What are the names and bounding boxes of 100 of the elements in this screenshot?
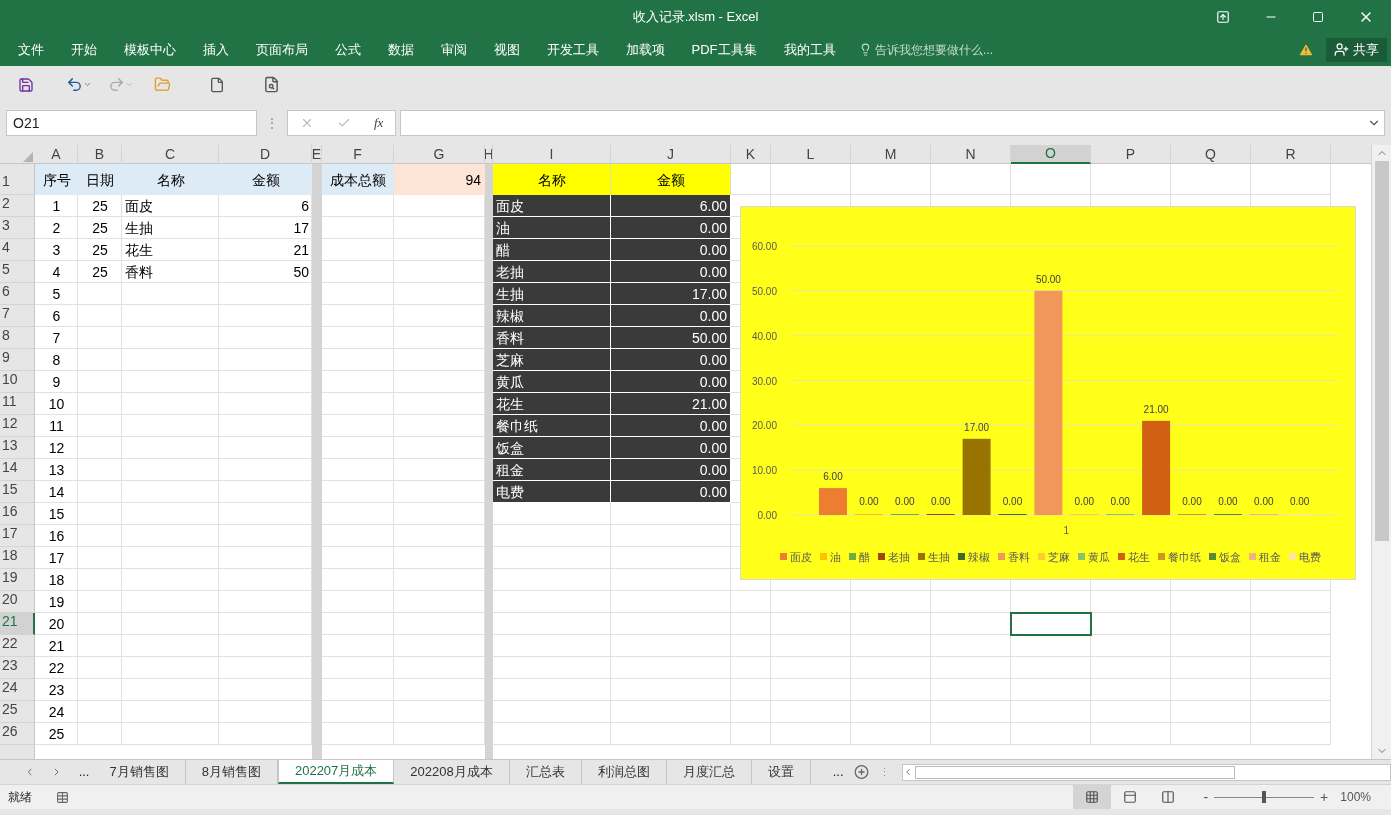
data-label: 0.00 — [1074, 496, 1095, 507]
scrollbar-thumb[interactable] — [1374, 161, 1389, 541]
zoom-level[interactable]: 100% — [1340, 788, 1371, 806]
tell-me-field[interactable]: 告诉我您想要做什么... — [859, 40, 1055, 59]
table-cell-text: 8 — [51, 351, 62, 370]
row-header[interactable]: 12 — [0, 415, 35, 437]
ribbon-tab[interactable]: 审阅 — [427, 33, 480, 66]
row-header[interactable]: 23 — [0, 657, 35, 679]
table-cell-text: 22 — [47, 659, 66, 678]
new-file-icon[interactable] — [209, 76, 225, 93]
ribbon-tab[interactable]: PDF工具集 — [678, 33, 770, 66]
ribbon-tab[interactable]: 文件 — [4, 33, 57, 66]
ribbon-tab[interactable]: 开始 — [57, 33, 110, 66]
ribbon-tab[interactable]: 我的工具 — [770, 33, 849, 66]
row-header[interactable]: 8 — [0, 327, 35, 349]
table-cell-text: 24 — [47, 703, 66, 722]
ribbon-tab[interactable]: 数据 — [374, 33, 427, 66]
more-sheets-button[interactable]: ... — [828, 762, 848, 782]
folder-icon[interactable] — [154, 76, 171, 93]
add-sheet-icon[interactable] — [853, 764, 869, 780]
column-header[interactable]: Q — [1171, 145, 1251, 164]
zoom-slider[interactable] — [1214, 791, 1315, 803]
data-label: 0.00 — [1254, 496, 1274, 507]
row-header[interactable]: 24 — [0, 679, 35, 701]
horizontal-scrollbar[interactable] — [901, 763, 1391, 781]
row-header[interactable]: 16 — [0, 503, 35, 525]
row-header[interactable]: 11 — [0, 393, 35, 415]
column-header[interactable]: O — [1011, 145, 1091, 164]
row-header[interactable]: 21 — [0, 613, 35, 635]
data-label: 0.00 — [1289, 496, 1310, 507]
table-cell-text: 11 — [48, 417, 65, 436]
y-tick-label: 10.00 — [751, 465, 777, 477]
lightbulb-icon — [859, 43, 872, 56]
row-header[interactable]: 13 — [0, 437, 35, 459]
table-cell-text: 25 — [91, 263, 109, 282]
row-header[interactable]: 22 — [0, 635, 35, 657]
table-cell: 0.00 — [611, 261, 731, 283]
sheet-tab[interactable]: 202207月成本 — [277, 760, 395, 784]
row-header[interactable]: 2 — [0, 195, 35, 217]
caret-icon[interactable] — [83, 80, 92, 89]
row-header[interactable]: 14 — [0, 459, 35, 481]
column-header[interactable]: L — [771, 145, 851, 164]
status-text: 就绪 — [8, 789, 32, 806]
column-header[interactable]: M — [851, 145, 931, 164]
table-cell-text: 10 — [47, 395, 66, 414]
bar — [819, 488, 847, 515]
table-cell-text: 生抽 — [124, 219, 154, 238]
normal-view-button[interactable] — [1073, 785, 1112, 809]
row-header[interactable]: 7 — [0, 305, 35, 327]
more-sheets-button[interactable]: ... — [74, 762, 94, 782]
ribbon-tab[interactable]: 页面布局 — [242, 33, 321, 66]
row-header[interactable]: 19 — [0, 569, 35, 591]
zoom-in-button[interactable]: + — [1320, 786, 1329, 808]
table-cell: 香料 — [493, 327, 611, 349]
row-header[interactable]: 17 — [0, 525, 35, 547]
column-header[interactable]: K — [731, 145, 771, 164]
vertical-scrollbar[interactable] — [1371, 145, 1391, 759]
row-header[interactable]: 4 — [0, 239, 35, 261]
active-cell[interactable] — [1010, 612, 1092, 636]
row-header[interactable]: 3 — [0, 217, 35, 239]
table-cell-text: 25 — [91, 197, 109, 216]
table-cell: 老抽 — [493, 261, 611, 283]
table-cell-text: 15 — [47, 505, 66, 524]
table-cell: 面皮 — [493, 195, 611, 217]
row-header[interactable]: 5 — [0, 261, 35, 283]
ribbon-tab[interactable]: 公式 — [321, 33, 374, 66]
table-cell-text: 17 — [47, 549, 66, 568]
ribbon-tab[interactable]: 加载项 — [612, 33, 678, 66]
row-header[interactable]: 10 — [0, 371, 35, 393]
row-header[interactable]: 26 — [0, 723, 35, 745]
row-header[interactable]: 9 — [0, 349, 35, 371]
legend-label: 生抽 — [928, 551, 950, 563]
name-box[interactable]: O21 — [6, 110, 257, 136]
print-preview-icon[interactable] — [263, 76, 280, 93]
insert-function-button[interactable]: fx — [374, 113, 384, 133]
row-header[interactable]: 18 — [0, 547, 35, 569]
ribbon-tab[interactable]: 视图 — [480, 33, 533, 66]
column-header[interactable]: R — [1251, 145, 1331, 164]
zoom-thumb[interactable] — [1262, 791, 1267, 803]
formula-input[interactable] — [400, 110, 1385, 136]
table-cell-text: 16 — [47, 527, 66, 546]
enter-icon[interactable] — [336, 116, 351, 130]
undo-icon[interactable] — [66, 76, 83, 93]
ribbon-tab[interactable]: 开发工具 — [533, 33, 612, 66]
ribbon-display-icon[interactable] — [1216, 9, 1230, 24]
zoom-out-button[interactable]: - — [1203, 786, 1209, 808]
column-header[interactable]: P — [1091, 145, 1171, 164]
ribbon-tab[interactable]: 插入 — [189, 33, 242, 66]
maximize-icon[interactable] — [1312, 10, 1324, 23]
redo-icon[interactable] — [108, 76, 125, 93]
row-header[interactable]: 25 — [0, 701, 35, 723]
row-header[interactable]: 6 — [0, 283, 35, 305]
row-header[interactable]: 15 — [0, 481, 35, 503]
warning-icon[interactable] — [1298, 41, 1314, 58]
ribbon-tab[interactable]: 模板中心 — [110, 33, 189, 66]
save-icon[interactable] — [18, 76, 34, 93]
scrollbar-thumb[interactable] — [914, 765, 1235, 779]
table-cell-text: 花生 — [124, 241, 154, 260]
macro-record-icon[interactable] — [56, 790, 69, 804]
share-button[interactable]: 共享 — [1326, 37, 1387, 62]
